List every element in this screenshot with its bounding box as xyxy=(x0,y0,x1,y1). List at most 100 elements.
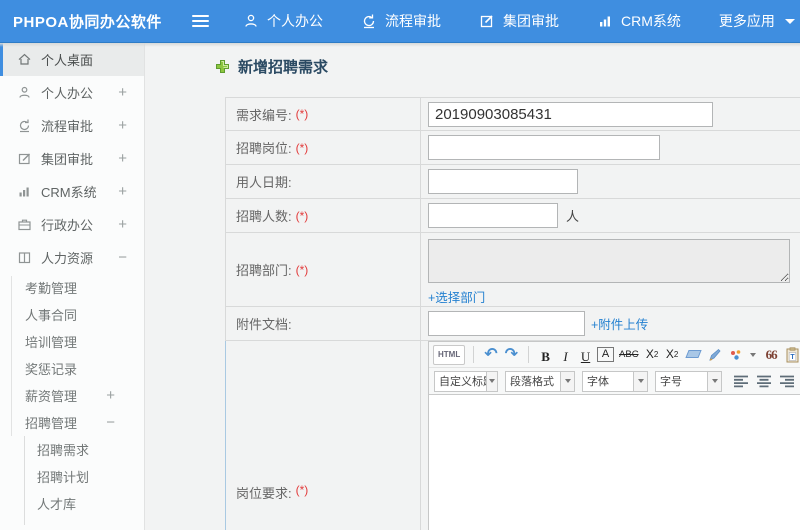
demand-no-input[interactable] xyxy=(428,101,713,127)
paste-clipboard-icon[interactable]: T xyxy=(783,345,800,365)
emoticons-icon[interactable] xyxy=(727,345,745,365)
field-label: 招聘岗位: xyxy=(236,141,292,156)
font-frame-button[interactable]: A xyxy=(597,346,615,362)
add-plus-icon xyxy=(215,59,230,74)
field-label: 需求编号: xyxy=(236,107,292,123)
field-label: 附件文档: xyxy=(236,317,292,332)
topnav-label: 更多应用 xyxy=(718,13,775,29)
required-mark: (*) xyxy=(295,140,309,155)
expand-toggle[interactable]: + xyxy=(118,84,127,101)
topnav-label: 个人办公 xyxy=(267,13,323,29)
expand-toggle[interactable]: + xyxy=(118,150,127,167)
top-bar: PHPOA协同办公软件 个人办公 流程审批 集团审批 CRM系统 更多应用 xyxy=(0,0,800,43)
sidebar-item-label: 流程审批 xyxy=(41,119,94,134)
sidebar-item-rewards[interactable]: 奖惩记录 xyxy=(0,355,144,382)
caret-down-icon xyxy=(784,18,795,24)
sub-item-label: 考勤管理 xyxy=(25,281,78,296)
headcount-input[interactable] xyxy=(428,203,558,228)
bold-button[interactable]: B xyxy=(537,345,554,365)
briefcase-icon xyxy=(17,217,33,232)
required-mark: (*) xyxy=(295,483,309,497)
form-row-position: 招聘岗位: (*) xyxy=(225,131,800,165)
collapse-toggle[interactable]: − xyxy=(118,249,127,266)
font-family-select[interactable]: 字体 xyxy=(582,370,648,392)
recruit-submenu: 招聘需求 招聘计划 人才库 xyxy=(0,436,144,525)
paragraph-format-select[interactable]: 段落格式 xyxy=(505,370,575,392)
hire-date-input[interactable] xyxy=(428,169,578,194)
sidebar-item-admin-office[interactable]: 行政办公 + xyxy=(0,208,144,241)
svg-text:T: T xyxy=(790,354,795,361)
undo-button[interactable]: ↶ xyxy=(482,345,499,365)
caret-down-icon[interactable] xyxy=(749,352,756,357)
superscript-button[interactable]: X2 xyxy=(644,345,661,365)
attachment-upload-link[interactable]: +附件上传 xyxy=(591,314,648,333)
form-row-attachment: 附件文档: +附件上传 xyxy=(225,307,800,341)
subscript-button[interactable]: X2 xyxy=(664,345,681,365)
sidebar-item-personal-office[interactable]: 个人办公 + xyxy=(0,76,144,109)
topnav-process-approval[interactable]: 流程审批 xyxy=(361,11,441,31)
hamburger-menu-icon[interactable] xyxy=(192,15,209,27)
blockquote-button[interactable]: 66 xyxy=(763,345,780,365)
strikethrough-button[interactable]: ABC xyxy=(617,345,641,365)
topnav-personal-office[interactable]: 个人办公 xyxy=(243,11,323,31)
sidebar-item-recruit-demand[interactable]: 招聘需求 xyxy=(0,436,144,463)
topnav-label: 流程审批 xyxy=(385,13,441,29)
sub-item-label: 薪资管理 xyxy=(25,389,78,404)
sidebar-item-attendance[interactable]: 考勤管理 xyxy=(0,274,144,301)
hr-submenu: 考勤管理 人事合同 培训管理 奖惩记录 薪资管理 + 招聘管理 − xyxy=(0,274,144,436)
required-mark: (*) xyxy=(295,262,309,277)
sub-item-label: 招聘计划 xyxy=(37,470,90,485)
remove-format-eraser-icon[interactable] xyxy=(684,349,702,358)
sidebar-item-desktop[interactable]: 个人桌面 xyxy=(0,43,144,76)
sub-item-label: 招聘管理 xyxy=(25,416,78,431)
topnav-crm-system[interactable]: CRM系统 xyxy=(597,11,681,31)
sub-base: X xyxy=(665,347,674,361)
expand-toggle[interactable]: + xyxy=(106,387,115,404)
rich-text-editor: HTML ↶ ↷ B I U A ABC X2 X 2 66 T 自定义标 段落… xyxy=(428,341,800,530)
position-input[interactable] xyxy=(428,135,660,160)
caret-down-icon xyxy=(633,371,647,391)
redo-button[interactable]: ↷ xyxy=(503,345,520,365)
custom-heading-select[interactable]: 自定义标题 xyxy=(434,370,498,392)
topnav-label: 集团审批 xyxy=(503,13,559,29)
topnav-more-apps[interactable]: 更多应用 xyxy=(719,11,795,31)
attachment-input[interactable] xyxy=(428,311,585,336)
form-row-hire-date: 用人日期: xyxy=(225,165,800,199)
select-value: 段落格式 xyxy=(510,376,554,388)
topnav-group-approval[interactable]: 集团审批 xyxy=(479,11,559,31)
expand-toggle[interactable]: + xyxy=(118,216,127,233)
field-label: 岗位要求: xyxy=(236,486,292,501)
underline-button[interactable]: U xyxy=(577,345,594,365)
select-department-link[interactable]: +选择部门 xyxy=(428,287,485,306)
sidebar-item-recruit-mgmt[interactable]: 招聘管理 − xyxy=(0,409,144,436)
bar-chart-icon xyxy=(17,184,33,199)
align-left-icon[interactable] xyxy=(733,374,749,388)
sidebar-item-hr[interactable]: 人力资源 − xyxy=(0,241,144,274)
sidebar-item-training[interactable]: 培训管理 xyxy=(0,328,144,355)
sidebar-item-talent-pool[interactable]: 人才库 xyxy=(0,490,144,517)
align-center-icon[interactable] xyxy=(756,374,772,388)
toolbar-separator xyxy=(473,346,475,363)
html-source-button[interactable]: HTML xyxy=(433,344,466,365)
expand-toggle[interactable]: + xyxy=(118,183,127,200)
sidebar-item-recruit-plan[interactable]: 招聘计划 xyxy=(0,463,144,490)
sidebar-item-label: 个人办公 xyxy=(41,86,94,101)
expand-toggle[interactable]: + xyxy=(118,117,127,134)
sidebar-item-salary[interactable]: 薪资管理 + xyxy=(0,382,144,409)
sidebar: 个人桌面 个人办公 + 流程审批 + 集团审批 + CRM系统 + 行政办公 + xyxy=(0,43,145,530)
sidebar-item-crm[interactable]: CRM系统 + xyxy=(0,175,144,208)
editor-content[interactable] xyxy=(429,395,800,530)
sidebar-item-process-approval[interactable]: 流程审批 + xyxy=(0,109,144,142)
select-value: 字体 xyxy=(587,376,609,388)
italic-button[interactable]: I xyxy=(557,345,574,365)
format-brush-icon[interactable] xyxy=(706,345,724,365)
collapse-toggle[interactable]: − xyxy=(106,414,115,431)
process-icon xyxy=(17,118,33,133)
department-textarea[interactable] xyxy=(428,239,790,283)
sidebar-item-hr-contract[interactable]: 人事合同 xyxy=(0,301,144,328)
sidebar-item-label: 人力资源 xyxy=(41,251,94,266)
sidebar-item-group-approval[interactable]: 集团审批 + xyxy=(0,142,144,175)
align-right-icon[interactable] xyxy=(779,374,795,388)
font-size-select[interactable]: 字号 xyxy=(655,370,722,392)
sub-mark: 2 xyxy=(673,350,679,359)
